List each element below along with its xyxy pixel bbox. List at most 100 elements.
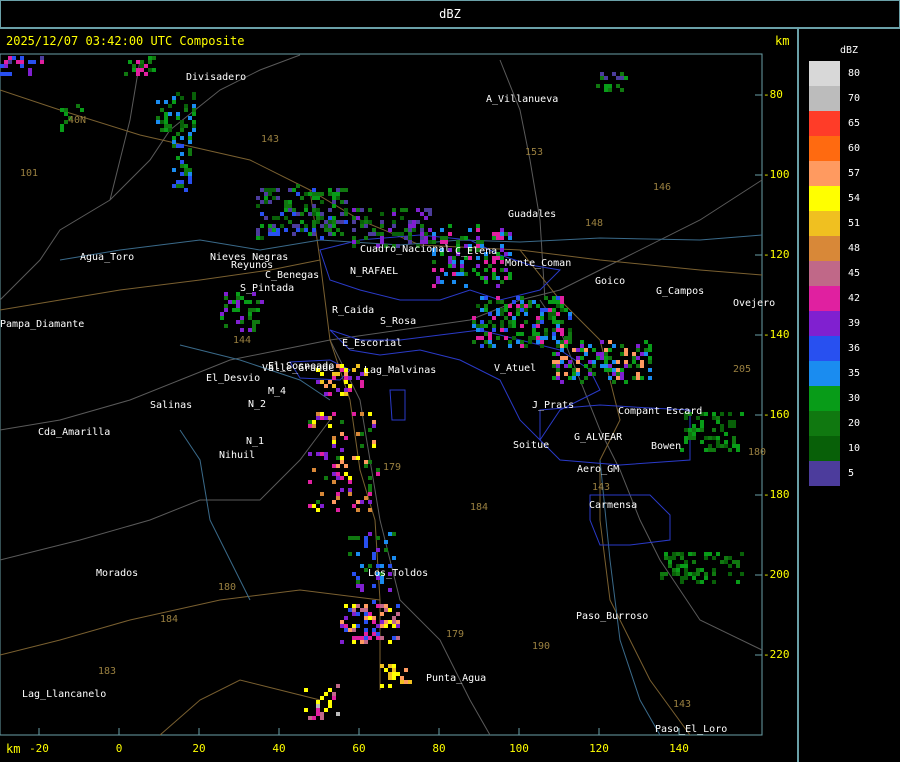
radar-echo-pixel xyxy=(192,92,196,96)
radar-echo-pixel xyxy=(364,620,368,624)
radar-echo-pixel xyxy=(440,268,444,272)
radar-echo-pixel xyxy=(648,348,652,352)
radar-echo-pixel xyxy=(276,188,280,192)
radar-echo-pixel xyxy=(588,372,592,376)
radar-echo-pixel xyxy=(340,624,344,628)
radar-echo-pixel xyxy=(492,268,496,272)
radar-echo-pixel xyxy=(320,712,324,716)
legend-value: 10 xyxy=(848,443,861,454)
radar-echo-pixel xyxy=(172,168,176,172)
radar-echo-pixel xyxy=(732,444,736,448)
radar-echo-pixel xyxy=(20,60,24,64)
radar-echo-pixel xyxy=(704,576,708,580)
radar-echo-pixel xyxy=(488,344,492,348)
radar-echo-pixel xyxy=(372,616,376,620)
radar-echo-pixel xyxy=(704,572,708,576)
radar-echo-pixel xyxy=(384,608,388,612)
radar-echo-pixel xyxy=(556,296,560,300)
radar-echo-pixel xyxy=(336,712,340,716)
radar-echo-pixel xyxy=(324,692,328,696)
radar-echo-pixel xyxy=(324,416,328,420)
radar-echo-pixel xyxy=(360,444,364,448)
radar-echo-pixel xyxy=(336,508,340,512)
radar-echo-pixel xyxy=(604,364,608,368)
radar-echo-pixel xyxy=(356,376,360,380)
radar-echo-pixel xyxy=(392,636,396,640)
radar-echo-pixel xyxy=(332,216,336,220)
radar-echo-pixel xyxy=(592,348,596,352)
radar-echo-pixel xyxy=(632,360,636,364)
radar-echo-pixel xyxy=(500,320,504,324)
radar-echo-pixel xyxy=(444,272,448,276)
x-unit-label: km xyxy=(6,742,21,756)
radar-echo-pixel xyxy=(484,304,488,308)
radar-echo-pixel xyxy=(648,344,652,348)
radar-echo-pixel xyxy=(180,180,184,184)
radar-echo-pixel xyxy=(716,552,720,556)
radar-echo-pixel xyxy=(260,224,264,228)
radar-echo-pixel xyxy=(396,624,400,628)
radar-echo-pixel xyxy=(536,336,540,340)
place-label: Ovejero xyxy=(733,298,776,309)
radar-echo-pixel xyxy=(368,636,372,640)
radar-echo-pixel xyxy=(368,532,372,536)
legend-value: 65 xyxy=(848,118,861,129)
radar-map[interactable] xyxy=(0,0,797,761)
radar-echo-pixel xyxy=(680,564,684,568)
radar-echo-pixel xyxy=(360,588,364,592)
radar-echo-pixel xyxy=(556,368,560,372)
radar-echo-pixel xyxy=(636,356,640,360)
radar-echo-pixel xyxy=(508,340,512,344)
radar-echo-pixel xyxy=(248,316,252,320)
radar-echo-pixel xyxy=(420,224,424,228)
radar-echo-pixel xyxy=(480,296,484,300)
radar-echo-pixel xyxy=(376,632,380,636)
radar-echo-pixel xyxy=(360,584,364,588)
radar-echo-pixel xyxy=(500,268,504,272)
radar-echo-pixel xyxy=(676,568,680,572)
radar-echo-pixel xyxy=(260,200,264,204)
radar-echo-pixel xyxy=(480,344,484,348)
radar-echo-pixel xyxy=(380,236,384,240)
radar-echo-pixel xyxy=(672,552,676,556)
radar-echo-pixel xyxy=(488,332,492,336)
radar-echo-pixel xyxy=(508,304,512,308)
radar-echo-pixel xyxy=(672,572,676,576)
radar-echo-pixel xyxy=(620,368,624,372)
radar-echo-pixel xyxy=(356,500,360,504)
radar-echo-pixel xyxy=(8,72,12,76)
radar-echo-pixel xyxy=(224,292,228,296)
radar-echo-pixel xyxy=(608,340,612,344)
radar-echo-pixel xyxy=(168,124,172,128)
radar-echo-pixel xyxy=(488,340,492,344)
radar-echo-pixel xyxy=(436,280,440,284)
y-tick-label: -100 xyxy=(763,168,790,181)
radar-echo-pixel xyxy=(384,604,388,608)
radar-echo-pixel xyxy=(456,272,460,276)
radar-echo-pixel xyxy=(704,556,708,560)
radar-echo-pixel xyxy=(344,388,348,392)
radar-echo-pixel xyxy=(496,300,500,304)
radar-echo-pixel xyxy=(468,228,472,232)
radar-echo-pixel xyxy=(320,416,324,420)
radar-echo-pixel xyxy=(220,316,224,320)
radar-echo-pixel xyxy=(624,360,628,364)
radar-echo-pixel xyxy=(728,448,732,452)
radar-echo-pixel xyxy=(360,636,364,640)
radar-echo-pixel xyxy=(560,332,564,336)
radar-echo-pixel xyxy=(64,108,68,112)
radar-echo-pixel xyxy=(644,348,648,352)
radar-echo-pixel xyxy=(360,208,364,212)
radar-echo-pixel xyxy=(148,56,152,60)
radar-echo-pixel xyxy=(704,552,708,556)
radar-echo-pixel xyxy=(684,572,688,576)
place-label: C_Elena xyxy=(455,246,498,257)
radar-echo-pixel xyxy=(316,416,320,420)
radar-echo-pixel xyxy=(724,432,728,436)
radar-echo-pixel xyxy=(348,388,352,392)
radar-echo-pixel xyxy=(260,212,264,216)
radar-echo-pixel xyxy=(268,232,272,236)
radar-echo-pixel xyxy=(324,456,328,460)
place-label: N_1 xyxy=(246,436,265,447)
radar-echo-pixel xyxy=(176,92,180,96)
